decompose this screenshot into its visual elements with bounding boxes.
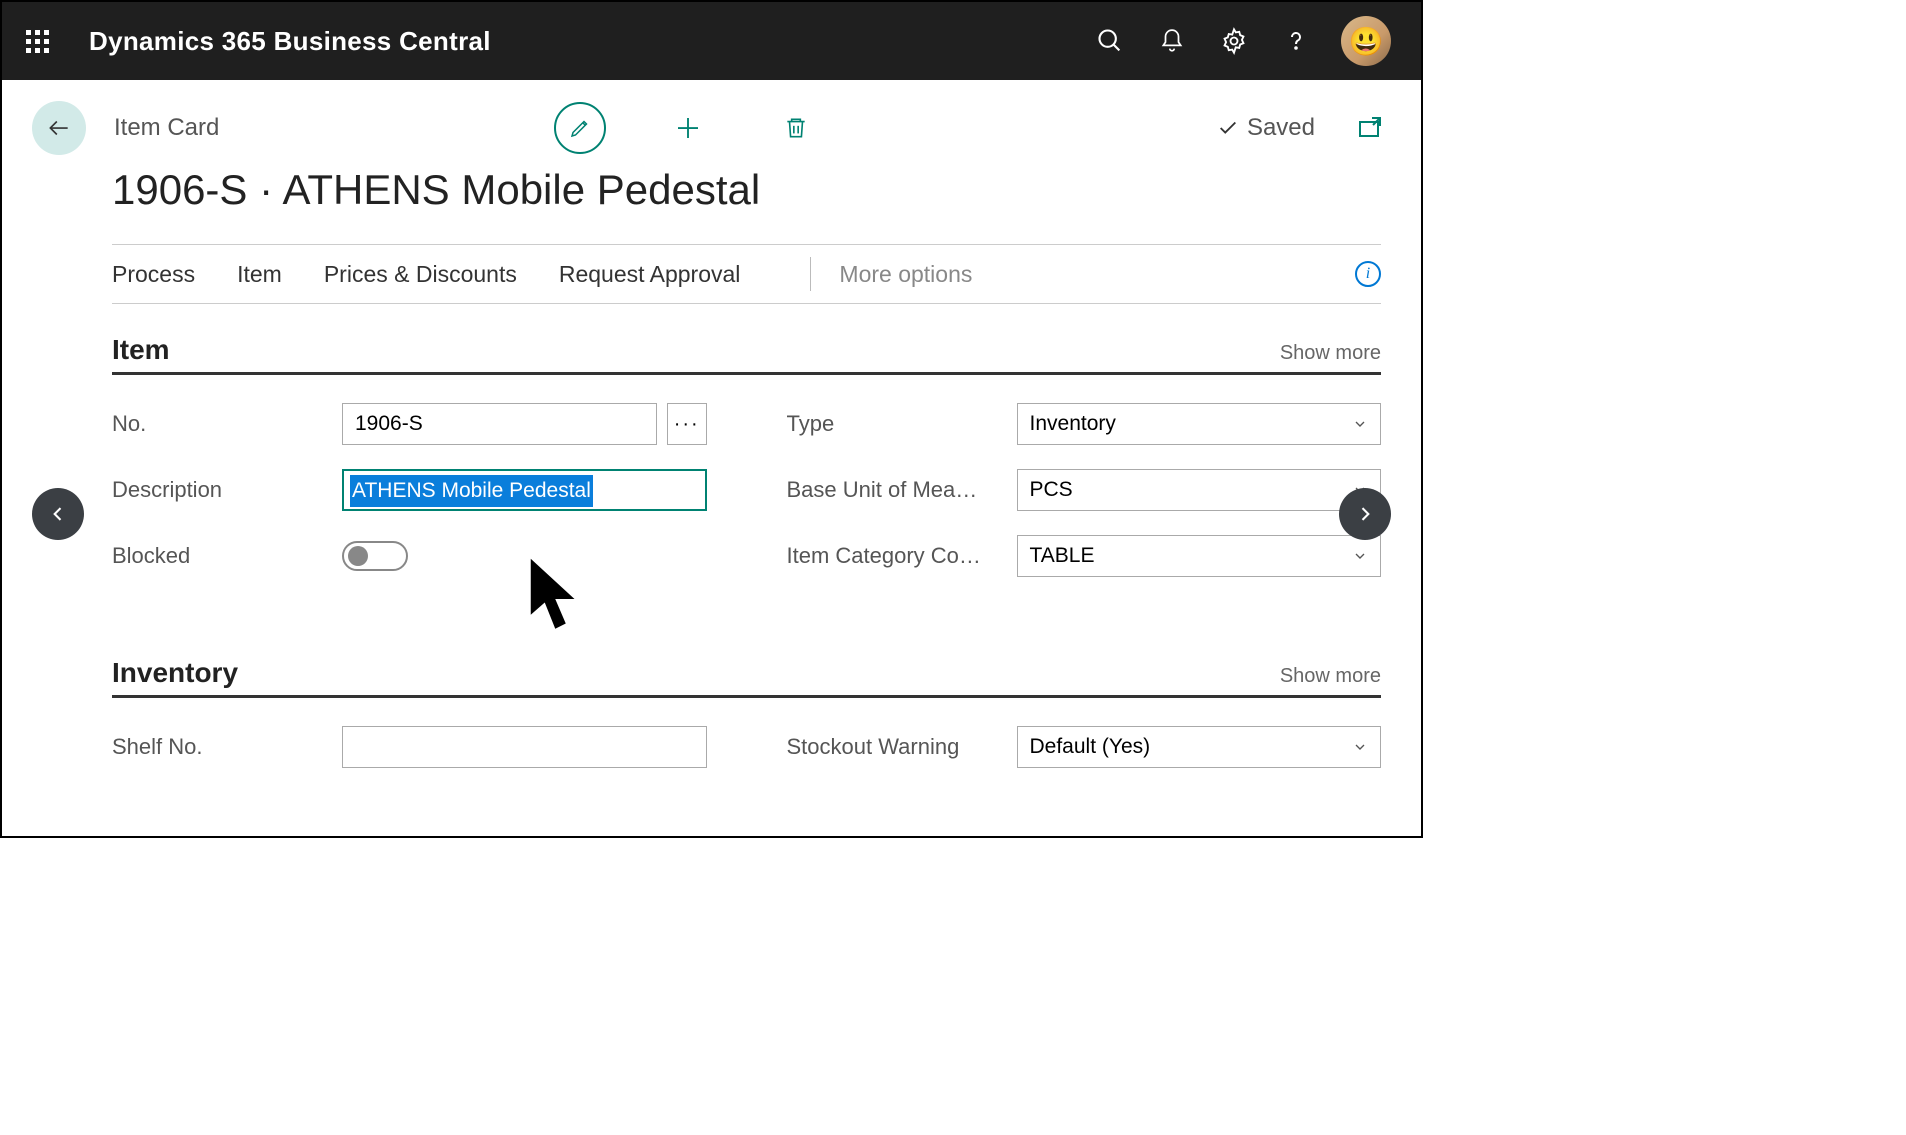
section-item-header: Item Show more (112, 334, 1381, 375)
chevron-down-icon (1352, 416, 1368, 432)
section-item-show-more[interactable]: Show more (1280, 342, 1381, 365)
field-description: Description ATHENS Mobile Pedestal (112, 469, 707, 511)
description-input[interactable]: ATHENS Mobile Pedestal (342, 469, 707, 511)
item-category-select[interactable]: TABLE (1017, 535, 1382, 577)
field-blocked-label: Blocked (112, 543, 342, 569)
back-button[interactable] (32, 101, 86, 155)
check-icon (1217, 117, 1239, 139)
no-lookup-button[interactable]: ··· (667, 403, 707, 445)
edit-button[interactable] (554, 102, 606, 154)
stockout-warning-value: Default (Yes) (1030, 735, 1151, 759)
expand-button[interactable] (1355, 110, 1391, 146)
toggle-knob (348, 546, 368, 566)
app-topbar: Dynamics 365 Business Central 😃 (2, 2, 1421, 80)
gear-icon[interactable] (1207, 14, 1261, 68)
field-shelf-no-label: Shelf No. (112, 734, 342, 760)
field-item-category-label: Item Category Co… (787, 543, 1017, 569)
type-select[interactable]: Inventory (1017, 403, 1382, 445)
prev-record-button[interactable] (32, 488, 84, 540)
type-value: Inventory (1030, 412, 1116, 436)
field-stockout-warning-label: Stockout Warning (787, 734, 1017, 760)
page-title: 1906-S · ATHENS Mobile Pedestal (2, 158, 1421, 244)
base-uom-value: PCS (1030, 478, 1073, 502)
section-inventory-title: Inventory (112, 657, 238, 689)
tab-process[interactable]: Process (112, 261, 195, 288)
field-shelf-no: Shelf No. (112, 726, 707, 768)
help-icon[interactable] (1269, 14, 1323, 68)
shelf-no-input[interactable] (342, 726, 707, 768)
search-icon[interactable] (1083, 14, 1137, 68)
field-item-category: Item Category Co… TABLE (787, 535, 1382, 577)
tab-item[interactable]: Item (237, 261, 282, 288)
field-blocked: Blocked (112, 535, 707, 577)
page-header-row: Item Card Saved (2, 98, 1421, 158)
more-options[interactable]: More options (839, 261, 972, 288)
section-inventory-show-more[interactable]: Show more (1280, 665, 1381, 688)
delete-button[interactable] (770, 102, 822, 154)
description-value: ATHENS Mobile Pedestal (350, 475, 593, 507)
avatar[interactable]: 😃 (1341, 16, 1391, 66)
field-no-label: No. (112, 411, 342, 437)
base-uom-select[interactable]: PCS (1017, 469, 1382, 511)
item-category-value: TABLE (1030, 544, 1095, 568)
tab-request-approval[interactable]: Request Approval (559, 261, 741, 288)
info-icon[interactable]: i (1355, 261, 1381, 287)
breadcrumb: Item Card (114, 114, 219, 142)
tab-prices-discounts[interactable]: Prices & Discounts (324, 261, 517, 288)
next-record-button[interactable] (1339, 488, 1391, 540)
notifications-icon[interactable] (1145, 14, 1199, 68)
tabs-divider (810, 257, 811, 291)
item-form-grid: No. ··· Type Inventory Description (112, 403, 1381, 577)
product-name: Dynamics 365 Business Central (89, 26, 491, 57)
chevron-down-icon (1352, 548, 1368, 564)
app-launcher-icon[interactable] (26, 30, 49, 53)
section-inventory-header: Inventory Show more (112, 657, 1381, 698)
field-base-uom-label: Base Unit of Mea… (787, 477, 1017, 503)
field-base-uom: Base Unit of Mea… PCS (787, 469, 1382, 511)
action-bar: Process Item Prices & Discounts Request … (112, 244, 1381, 304)
field-stockout-warning: Stockout Warning Default (Yes) (787, 726, 1382, 768)
stockout-warning-select[interactable]: Default (Yes) (1017, 726, 1382, 768)
saved-indicator: Saved (1217, 114, 1315, 142)
new-button[interactable] (662, 102, 714, 154)
saved-label: Saved (1247, 114, 1315, 142)
page-container: Item Card Saved 1906-S · ATHENS Mobile P… (2, 80, 1421, 836)
section-item-title: Item (112, 334, 170, 366)
inventory-form-grid: Shelf No. Stockout Warning Default (Yes) (112, 726, 1381, 768)
form-body: Item Show more No. ··· Type Inventory (112, 334, 1381, 854)
blocked-toggle[interactable] (342, 541, 408, 571)
field-type-label: Type (787, 411, 1017, 437)
field-type: Type Inventory (787, 403, 1382, 445)
no-input[interactable] (342, 403, 657, 445)
field-description-label: Description (112, 477, 342, 503)
chevron-down-icon (1352, 739, 1368, 755)
field-no: No. ··· (112, 403, 707, 445)
